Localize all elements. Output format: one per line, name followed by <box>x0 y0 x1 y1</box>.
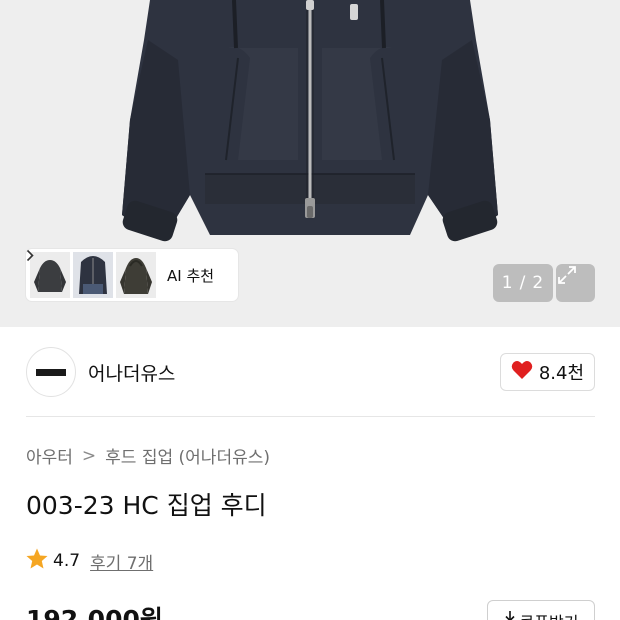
thumbnail-strip: AI 추천 <box>26 249 238 301</box>
product-image[interactable]: AI 추천 1 / 2 <box>0 0 620 327</box>
thumbnail-navy[interactable] <box>73 252 113 298</box>
review-count-link[interactable]: 후기 7개 <box>90 549 153 574</box>
pager-total: 2 <box>532 273 545 293</box>
like-button[interactable]: 8.4천 <box>499 353 595 391</box>
brand-logo[interactable] <box>26 347 76 397</box>
brand-row: 어나더유스 8.4천 <box>26 347 595 397</box>
star-icon <box>26 548 48 574</box>
breadcrumb-separator: > <box>81 445 97 466</box>
expand-button[interactable] <box>556 264 595 302</box>
ai-recommend-button[interactable]: AI 추천 <box>26 249 224 286</box>
divider <box>26 416 595 417</box>
pager-current: 1 <box>501 273 514 293</box>
download-icon <box>504 609 516 620</box>
breadcrumb: 아우터 > 후드 집업 (어나더유스) <box>26 443 270 469</box>
thumbnail-olive[interactable] <box>116 252 156 298</box>
breadcrumb-category[interactable]: 아우터 <box>26 443 73 468</box>
coupon-label: 쿠폰받기 <box>520 609 579 620</box>
ai-recommend-label: AI 추천 <box>167 266 215 285</box>
breadcrumb-subcategory[interactable]: 후드 집업 (어나더유스) <box>105 443 270 468</box>
product-title: 003-23 HC 집업 후디 <box>26 491 267 520</box>
pager-separator: / <box>519 273 527 293</box>
image-pager: 1 / 2 <box>493 264 553 302</box>
rating-score: 4.7 <box>53 551 81 571</box>
brand-logo-mark <box>36 368 66 376</box>
brand-name[interactable]: 어나더유스 <box>88 359 175 386</box>
heart-icon <box>511 360 539 385</box>
product-price: 192,000원 <box>26 605 163 620</box>
thumbnail-charcoal[interactable] <box>30 252 70 298</box>
rating-row: 4.7 후기 7개 <box>26 548 153 574</box>
like-count: 8.4천 <box>538 363 584 384</box>
coupon-button[interactable]: 쿠폰받기 <box>487 600 595 620</box>
